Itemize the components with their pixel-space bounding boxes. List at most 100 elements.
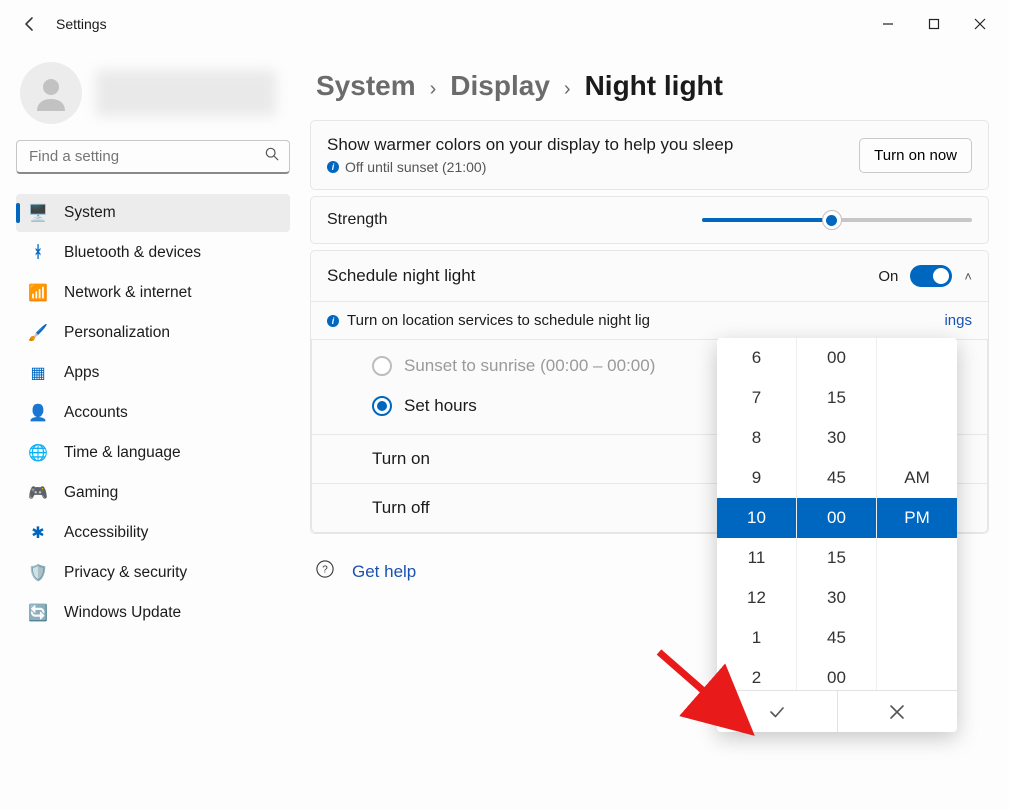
info-icon: i (327, 315, 339, 327)
turn-on-now-button[interactable]: Turn on now (859, 138, 972, 173)
help-icon: ? (316, 560, 334, 583)
picker-minute-cell[interactable]: 15 (797, 538, 876, 578)
strength-card: Strength (310, 196, 989, 244)
nav-item-windows-update[interactable]: 🔄 Windows Update (16, 594, 290, 632)
search-input[interactable] (27, 147, 265, 166)
radio-checked-icon (372, 396, 392, 416)
accessibility-icon: ✱ (28, 523, 48, 543)
chevron-right-icon: › (430, 78, 437, 101)
description-text: Show warmer colors on your display to he… (327, 135, 733, 155)
nav-item-apps[interactable]: ▦ Apps (16, 354, 290, 392)
night-light-header-card: Show warmer colors on your display to he… (310, 120, 989, 190)
time-picker[interactable]: 678910111212001530450015304500···AMPM···… (717, 338, 957, 732)
picker-hour-cell[interactable]: 6 (717, 338, 796, 378)
nav-label: Accessibility (64, 524, 148, 542)
paintbrush-icon: 🖌️ (28, 323, 48, 343)
location-info-text: Turn on location services to schedule ni… (347, 312, 650, 329)
update-icon: 🔄 (28, 603, 48, 623)
schedule-state-label: On (878, 268, 898, 285)
nav-label: Personalization (64, 324, 170, 342)
wifi-icon: 📶 (28, 283, 48, 303)
picker-minute-cell[interactable]: 30 (797, 418, 876, 458)
picker-ampm-cell: · (877, 378, 957, 418)
picker-hour-cell[interactable]: 7 (717, 378, 796, 418)
apps-icon: ▦ (28, 363, 48, 383)
get-help-link[interactable]: Get help (352, 562, 416, 582)
picker-ampm-cell: · (877, 338, 957, 378)
back-button[interactable] (18, 12, 42, 36)
picker-minute-cell[interactable]: 45 (797, 458, 876, 498)
option-label: Sunset to sunrise (00:00 – 00:00) (404, 356, 655, 376)
picker-ampm-cell: · (877, 618, 957, 658)
nav-label: Apps (64, 364, 99, 382)
maximize-button[interactable] (911, 7, 957, 41)
picker-ampm-cell: · (877, 418, 957, 458)
picker-minute-cell[interactable]: 00 (797, 338, 876, 378)
location-info-strip: i Turn on location services to schedule … (311, 301, 988, 339)
time-picker-cancel-button[interactable] (838, 691, 958, 732)
svg-text:?: ? (322, 565, 328, 576)
strength-slider[interactable] (702, 218, 972, 222)
nav-item-system[interactable]: 🖥️ System (16, 194, 290, 232)
picker-hour-cell[interactable]: 12 (717, 578, 796, 618)
user-name-redacted (96, 70, 276, 116)
schedule-toggle[interactable] (910, 265, 952, 287)
picker-minute-cell[interactable]: 00 (797, 498, 876, 538)
nav-label: System (64, 204, 116, 222)
picker-hour-cell[interactable]: 8 (717, 418, 796, 458)
nav-item-personalization[interactable]: 🖌️ Personalization (16, 314, 290, 352)
nav-item-time-language[interactable]: 🌐 Time & language (16, 434, 290, 472)
breadcrumb: System › Display › Night light (310, 48, 989, 120)
person-icon: 👤 (28, 403, 48, 423)
nav-label: Bluetooth & devices (64, 244, 201, 262)
breadcrumb-display[interactable]: Display (450, 70, 550, 102)
picker-minute-cell[interactable]: 45 (797, 618, 876, 658)
turn-off-label: Turn off (372, 498, 430, 518)
nav-item-privacy[interactable]: 🛡️ Privacy & security (16, 554, 290, 592)
page-title: Night light (585, 70, 723, 102)
user-profile[interactable] (16, 54, 290, 140)
nav-label: Gaming (64, 484, 118, 502)
nav-item-bluetooth[interactable]: ᚼ Bluetooth & devices (16, 234, 290, 272)
shield-icon: 🛡️ (28, 563, 48, 583)
content-area: System › Display › Night light Show warm… (300, 48, 1009, 809)
gaming-icon: 🎮 (28, 483, 48, 503)
picker-hour-cell[interactable]: 11 (717, 538, 796, 578)
app-title: Settings (56, 16, 107, 32)
strength-label: Strength (327, 211, 387, 229)
chevron-right-icon: › (564, 78, 571, 101)
system-icon: 🖥️ (28, 203, 48, 223)
picker-hour-cell[interactable]: 9 (717, 458, 796, 498)
minimize-button[interactable] (865, 7, 911, 41)
nav-label: Accounts (64, 404, 128, 422)
picker-hour-cell[interactable]: 1 (717, 618, 796, 658)
nav-item-network[interactable]: 📶 Network & internet (16, 274, 290, 312)
search-icon (265, 147, 279, 166)
info-icon: i (327, 161, 339, 173)
radio-unchecked-icon (372, 356, 392, 376)
nav-item-accessibility[interactable]: ✱ Accessibility (16, 514, 290, 552)
breadcrumb-system[interactable]: System (316, 70, 416, 102)
picker-hour-cell[interactable]: 10 (717, 498, 796, 538)
title-bar: Settings (0, 0, 1009, 48)
picker-ampm-cell[interactable]: AM (877, 458, 957, 498)
picker-minute-cell[interactable]: 30 (797, 578, 876, 618)
avatar (20, 62, 82, 124)
time-picker-accept-button[interactable] (717, 691, 838, 732)
location-settings-link[interactable]: ings (944, 312, 972, 329)
turn-on-label: Turn on (372, 449, 430, 469)
option-label: Set hours (404, 396, 477, 416)
nav-list: 🖥️ System ᚼ Bluetooth & devices 📶 Networ… (16, 194, 290, 632)
picker-ampm-cell: · (877, 538, 957, 578)
schedule-header: Schedule night light (327, 266, 475, 286)
nav-label: Privacy & security (64, 564, 187, 582)
nav-item-accounts[interactable]: 👤 Accounts (16, 394, 290, 432)
picker-minute-cell[interactable]: 15 (797, 378, 876, 418)
picker-ampm-cell[interactable]: PM (877, 498, 957, 538)
search-field[interactable] (16, 140, 290, 174)
close-button[interactable] (957, 7, 1003, 41)
nav-label: Time & language (64, 444, 181, 462)
chevron-up-icon[interactable]: ˄ (964, 269, 972, 284)
picker-ampm-cell: · (877, 578, 957, 618)
nav-item-gaming[interactable]: 🎮 Gaming (16, 474, 290, 512)
